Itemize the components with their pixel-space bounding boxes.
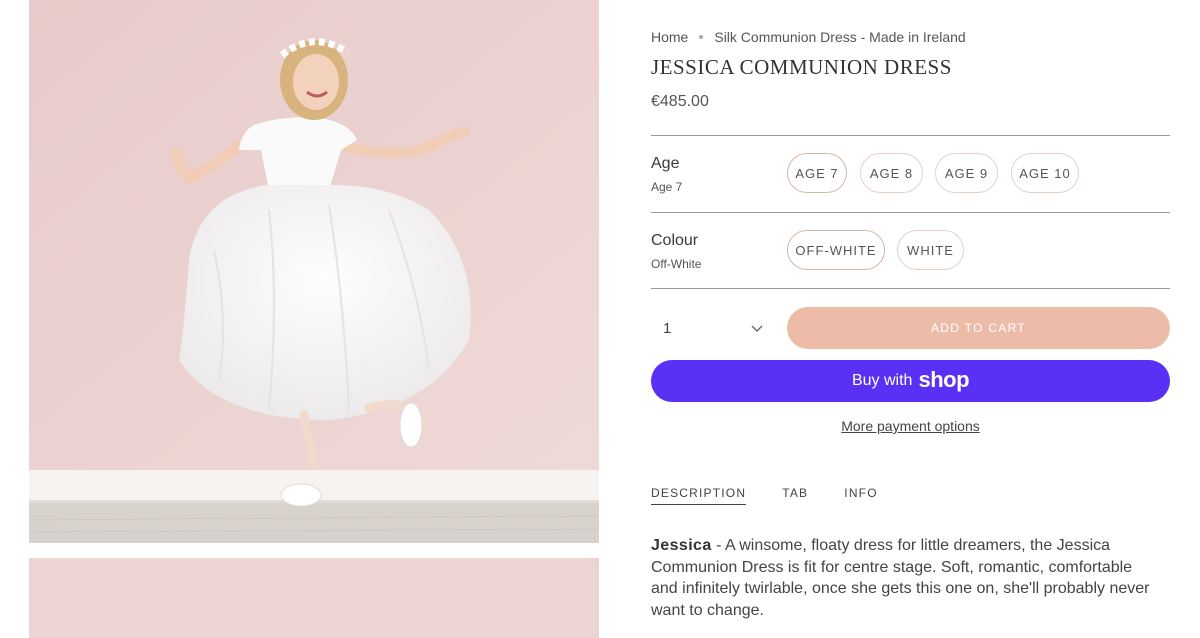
breadcrumb-current-link[interactable]: Silk Communion Dress - Made in Ireland	[714, 29, 965, 45]
dress-detail-image	[29, 558, 599, 638]
chevron-down-icon	[751, 320, 763, 337]
colour-option-label: Colour	[651, 232, 699, 249]
shop-logo: shop	[918, 366, 970, 392]
age-7-button[interactable]: AGE 7	[787, 153, 847, 193]
age-10-button[interactable]: AGE 10	[1011, 153, 1079, 193]
colour-selected-value: Off-White	[651, 257, 702, 271]
divider	[651, 212, 1170, 213]
age-option-label: Age	[651, 155, 680, 172]
colour-off-white-button[interactable]: OFF-WHITE	[787, 230, 885, 270]
quantity-value: 1	[663, 319, 672, 337]
tab-description[interactable]: DESCRIPTION	[651, 486, 747, 505]
product-tabs: DESCRIPTION TAB INFO	[651, 486, 914, 505]
breadcrumb-home-link[interactable]: Home	[651, 29, 688, 45]
product-photo-main[interactable]	[29, 0, 599, 543]
divider	[651, 135, 1170, 136]
more-payment-options-link[interactable]: More payment options	[651, 418, 1170, 434]
breadcrumb-separator-icon	[699, 35, 704, 39]
description-text: - A winsome, floaty dress for little dre…	[651, 537, 1150, 619]
product-price: €485.00	[651, 93, 709, 110]
colour-white-button[interactable]: WHITE	[897, 230, 964, 270]
product-title: JESSICA COMMUNION DRESS	[651, 55, 952, 79]
girl-in-white-dress-image	[29, 0, 599, 543]
age-9-button[interactable]: AGE 9	[935, 153, 998, 193]
description-product-name: Jessica	[651, 537, 712, 554]
age-8-button[interactable]: AGE 8	[860, 153, 923, 193]
product-photo-second[interactable]	[29, 558, 599, 638]
breadcrumb: Home Silk Communion Dress - Made in Irel…	[651, 29, 966, 45]
tab-info[interactable]: INFO	[844, 486, 877, 505]
tab-tab[interactable]: TAB	[782, 486, 808, 505]
age-selected-value: Age 7	[651, 180, 683, 194]
product-description: Jessica - A winsome, floaty dress for li…	[651, 535, 1161, 621]
buy-with-label: Buy with	[851, 372, 913, 389]
divider	[651, 288, 1170, 289]
buy-with-shop-button[interactable]: Buy with shop	[651, 360, 1170, 402]
add-to-cart-button[interactable]: ADD TO CART	[787, 307, 1170, 349]
quantity-select[interactable]: 1	[651, 308, 773, 348]
